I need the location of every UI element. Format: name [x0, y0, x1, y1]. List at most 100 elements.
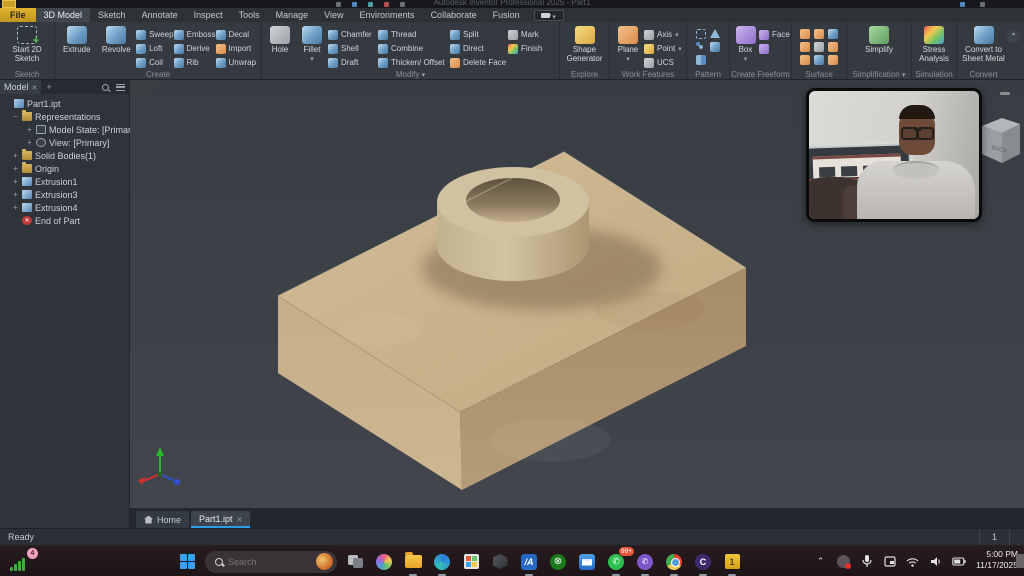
shape-generator-button[interactable]: Shape Generator: [562, 24, 607, 64]
tree-item-origin[interactable]: +Origin: [0, 162, 129, 175]
tree-item-extrusion1[interactable]: +Extrusion1: [0, 175, 129, 188]
tab-fusion[interactable]: Fusion: [485, 8, 528, 22]
hole-button[interactable]: Hole: [264, 24, 296, 55]
quick-access-icon[interactable]: [368, 2, 373, 7]
split-button[interactable]: Split: [450, 28, 508, 41]
pattern-extra-icon[interactable]: [696, 55, 706, 65]
close-icon[interactable]: [237, 514, 243, 524]
chrome-button[interactable]: [663, 551, 685, 573]
decal-button[interactable]: Decal: [216, 28, 259, 41]
convert-sheet-metal-button[interactable]: Convert to Sheet Metal: [959, 24, 1008, 64]
mark-button[interactable]: Mark: [508, 28, 546, 41]
close-icon[interactable]: [32, 82, 38, 92]
recorder-tray-icon[interactable]: [836, 554, 851, 569]
circular-pattern-icon[interactable]: [696, 42, 706, 52]
cube-app-button[interactable]: [489, 551, 511, 573]
edge-button[interactable]: [431, 551, 453, 573]
axis-button[interactable]: Axis: [644, 28, 684, 41]
draft-button[interactable]: Draft: [328, 56, 378, 69]
finish-button[interactable]: Finish: [508, 42, 546, 55]
viewport-3d[interactable]: BACK: [130, 80, 1024, 508]
group-label-simplification[interactable]: Simplification: [847, 70, 911, 79]
search-icon[interactable]: [102, 84, 109, 91]
surface-icon[interactable]: [800, 29, 810, 39]
tree-item-part[interactable]: Part1.ipt: [0, 97, 129, 110]
stress-analysis-button[interactable]: Stress Analysis: [914, 24, 954, 64]
coil-button[interactable]: Coil: [136, 56, 174, 69]
expander[interactable]: +: [26, 125, 33, 134]
one-app-button[interactable]: 1: [721, 551, 743, 573]
mirror-icon[interactable]: [710, 29, 720, 38]
tree-item-extrusion4[interactable]: +Extrusion4: [0, 201, 129, 214]
plane-button[interactable]: Plane: [612, 24, 644, 64]
rectangular-pattern-icon[interactable]: [696, 29, 706, 39]
chamfer-button[interactable]: Chamfer: [328, 28, 378, 41]
simplify-button[interactable]: Simplify: [857, 24, 901, 55]
ucs-button[interactable]: UCS: [644, 56, 684, 69]
battery-icon[interactable]: [951, 554, 966, 569]
file-explorer-button[interactable]: [402, 551, 424, 573]
notification-edge-icon[interactable]: [1016, 554, 1024, 568]
mail-button[interactable]: [576, 551, 598, 573]
tree-item-solid-bodies[interactable]: +Solid Bodies(1): [0, 149, 129, 162]
expander[interactable]: +: [12, 151, 19, 160]
shell-button[interactable]: Shell: [328, 42, 378, 55]
expander[interactable]: +: [12, 190, 19, 199]
task-view-button[interactable]: [344, 551, 366, 573]
delete-face-button[interactable]: Delete Face: [450, 56, 508, 69]
tree-item-extrusion3[interactable]: +Extrusion3: [0, 188, 129, 201]
tab-tools[interactable]: Tools: [231, 8, 268, 22]
freeform-extra-button[interactable]: [759, 42, 789, 55]
expander[interactable]: +: [26, 138, 33, 147]
tab-environments[interactable]: Environments: [352, 8, 423, 22]
store-button[interactable]: [460, 551, 482, 573]
tray-clock[interactable]: 5:00 PM 11/17/2025: [976, 549, 1018, 572]
whatsapp-button[interactable]: ✆99+: [605, 551, 627, 573]
microphone-icon[interactable]: [859, 554, 874, 569]
thicken-offset-button[interactable]: Thicken/ Offset: [378, 56, 450, 69]
expander[interactable]: +: [12, 203, 19, 212]
navbar-dash[interactable]: [1000, 92, 1010, 95]
loft-button[interactable]: Loft: [136, 42, 174, 55]
rib-button[interactable]: Rib: [174, 56, 216, 69]
wifi-icon[interactable]: [905, 554, 920, 569]
combine-button[interactable]: Combine: [378, 42, 450, 55]
signal-tray-icon[interactable]: 4: [10, 550, 34, 574]
file-menu-button[interactable]: File: [0, 8, 36, 22]
point-button[interactable]: Point: [644, 42, 684, 55]
import-button[interactable]: Import: [216, 42, 259, 55]
expander[interactable]: +: [12, 164, 19, 173]
surface-icon[interactable]: [828, 29, 838, 39]
home-tab[interactable]: Home: [136, 511, 189, 528]
start-2d-sketch-button[interactable]: Start 2D Sketch: [2, 24, 52, 64]
tab-sketch[interactable]: Sketch: [90, 8, 134, 22]
search-daily-image[interactable]: [316, 553, 333, 570]
recorder-widget[interactable]: [534, 10, 564, 21]
extrude-button[interactable]: Extrude: [57, 24, 97, 55]
quick-access-icon[interactable]: [352, 2, 357, 7]
clipchamp-button[interactable]: C: [692, 551, 714, 573]
revolve-button[interactable]: Revolve: [97, 24, 137, 55]
copilot-button[interactable]: [373, 551, 395, 573]
inventor-app-button[interactable]: /A: [518, 551, 540, 573]
sweep-button[interactable]: Sweep: [136, 28, 174, 41]
surface-icon[interactable]: [814, 55, 824, 65]
tree-item-end-of-part[interactable]: End of Part: [0, 214, 129, 227]
expander[interactable]: −: [12, 112, 19, 121]
tree-item-view[interactable]: +View: [Primary]: [0, 136, 129, 149]
titlebar-right-icon[interactable]: [980, 2, 985, 7]
derive-button[interactable]: Derive: [174, 42, 216, 55]
tab-view[interactable]: View: [316, 8, 351, 22]
browser-tab-model[interactable]: Model: [0, 80, 41, 94]
surface-icon[interactable]: [800, 55, 810, 65]
surface-icon[interactable]: [828, 55, 838, 65]
surface-icon[interactable]: [800, 42, 810, 52]
view-cube[interactable]: BACK: [976, 108, 1022, 172]
unwrap-button[interactable]: Unwrap: [216, 56, 259, 69]
expander[interactable]: +: [12, 177, 19, 186]
direct-button[interactable]: Direct: [450, 42, 508, 55]
group-label-modify[interactable]: Modify: [262, 70, 559, 79]
freeform-face-button[interactable]: Face: [759, 28, 789, 41]
browser-menu-icon[interactable]: [116, 84, 125, 91]
thread-button[interactable]: Thread: [378, 28, 450, 41]
